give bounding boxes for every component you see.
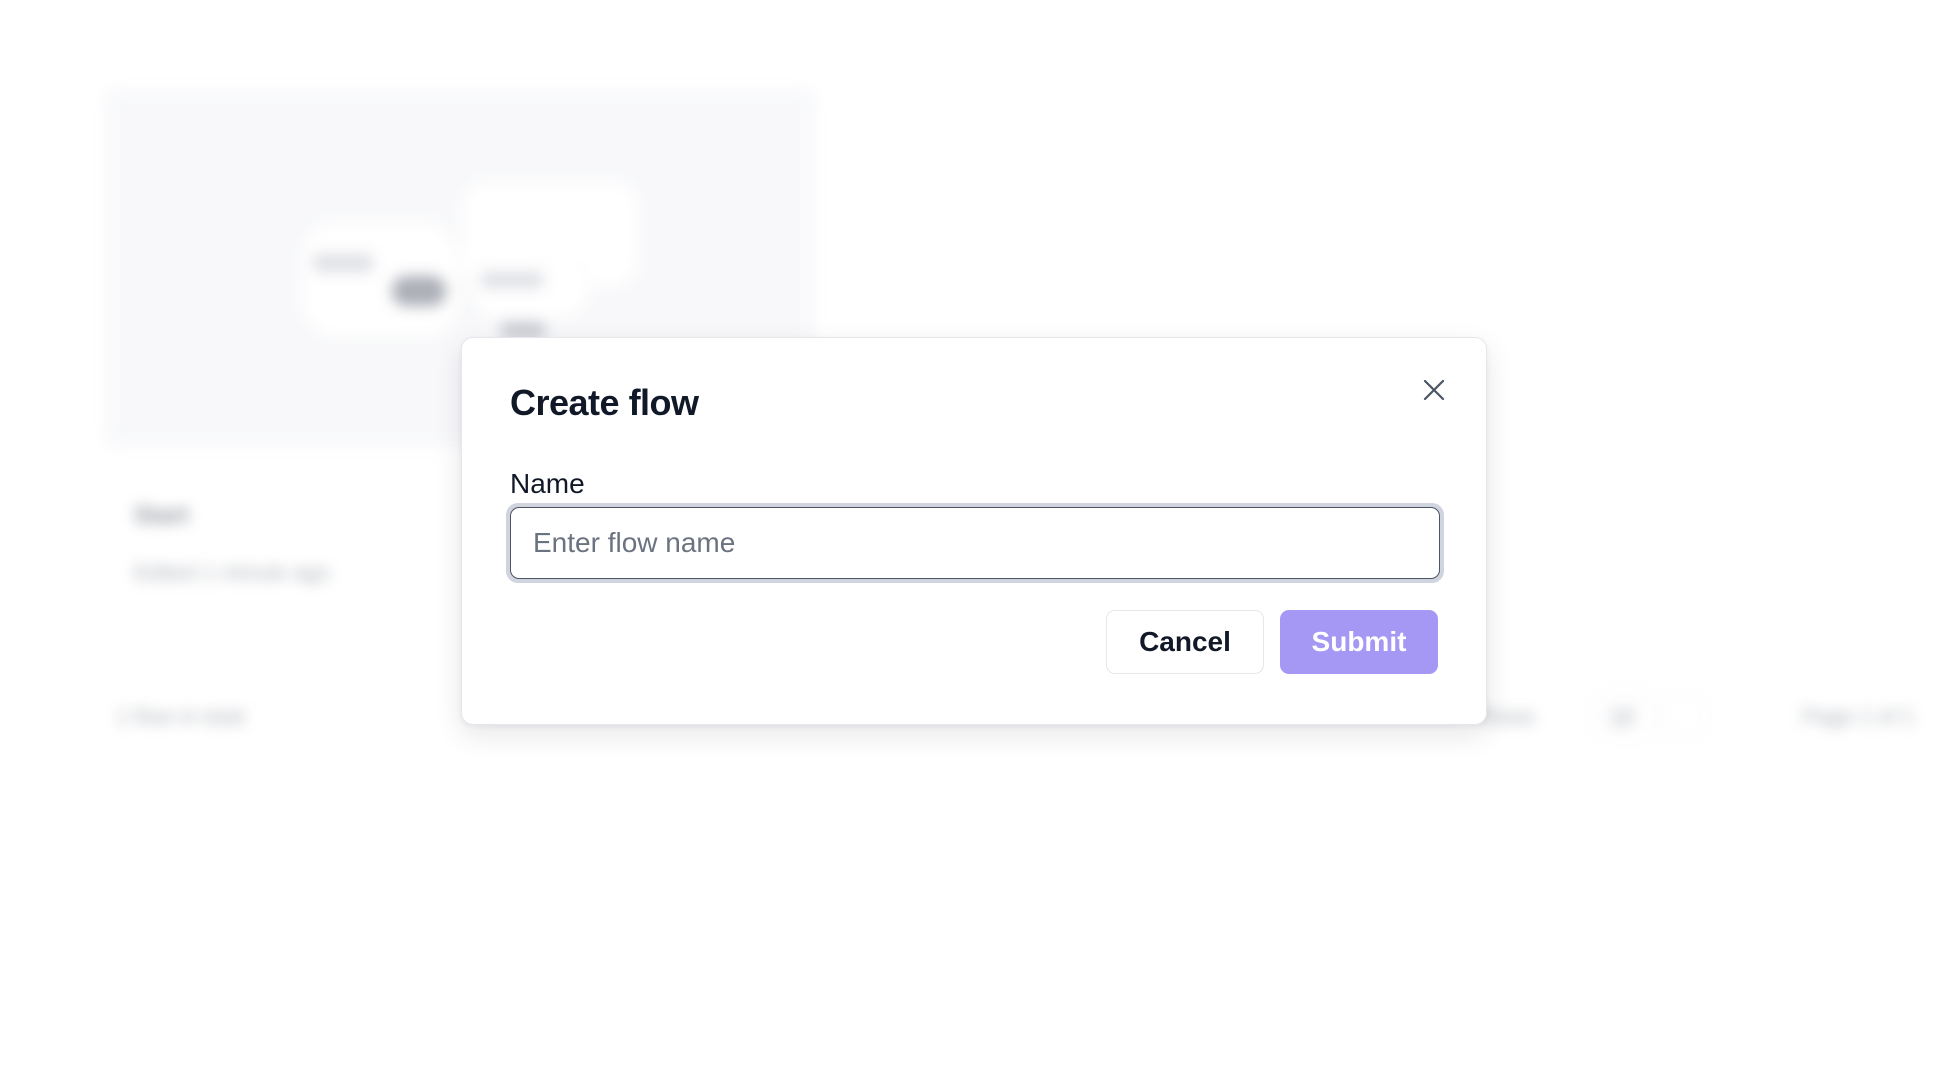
cancel-button[interactable]: Cancel <box>1106 610 1264 674</box>
create-flow-dialog: Create flow Name Cancel Submit <box>461 337 1487 725</box>
close-button[interactable] <box>1416 372 1452 408</box>
rows-per-page-value: 12 <box>1610 704 1635 729</box>
close-icon <box>1422 378 1446 402</box>
name-field-label: Name <box>510 468 585 499</box>
submit-button[interactable]: Submit <box>1280 610 1438 674</box>
app-viewport: Start Edited 1 minute ago 1 flow in tota… <box>0 0 1948 1092</box>
flow-card-title: Start <box>134 502 189 529</box>
preview-label <box>480 272 544 288</box>
dialog-title: Create flow <box>510 382 699 423</box>
rows-per-page-label: Rows <box>1480 704 1536 729</box>
preview-label <box>312 254 374 272</box>
flow-count: 1 flow in total <box>116 704 245 729</box>
preview-label <box>392 276 446 306</box>
name-field-focus-ring <box>506 503 1444 583</box>
pagination-button <box>1664 694 1706 736</box>
flow-card-subtitle: Edited 1 minute ago <box>134 560 330 585</box>
preview-label <box>500 322 546 338</box>
preview-node <box>470 260 590 320</box>
page-indicator: Page 1 of 1 <box>1802 704 1915 729</box>
flow-name-input[interactable] <box>510 507 1440 579</box>
